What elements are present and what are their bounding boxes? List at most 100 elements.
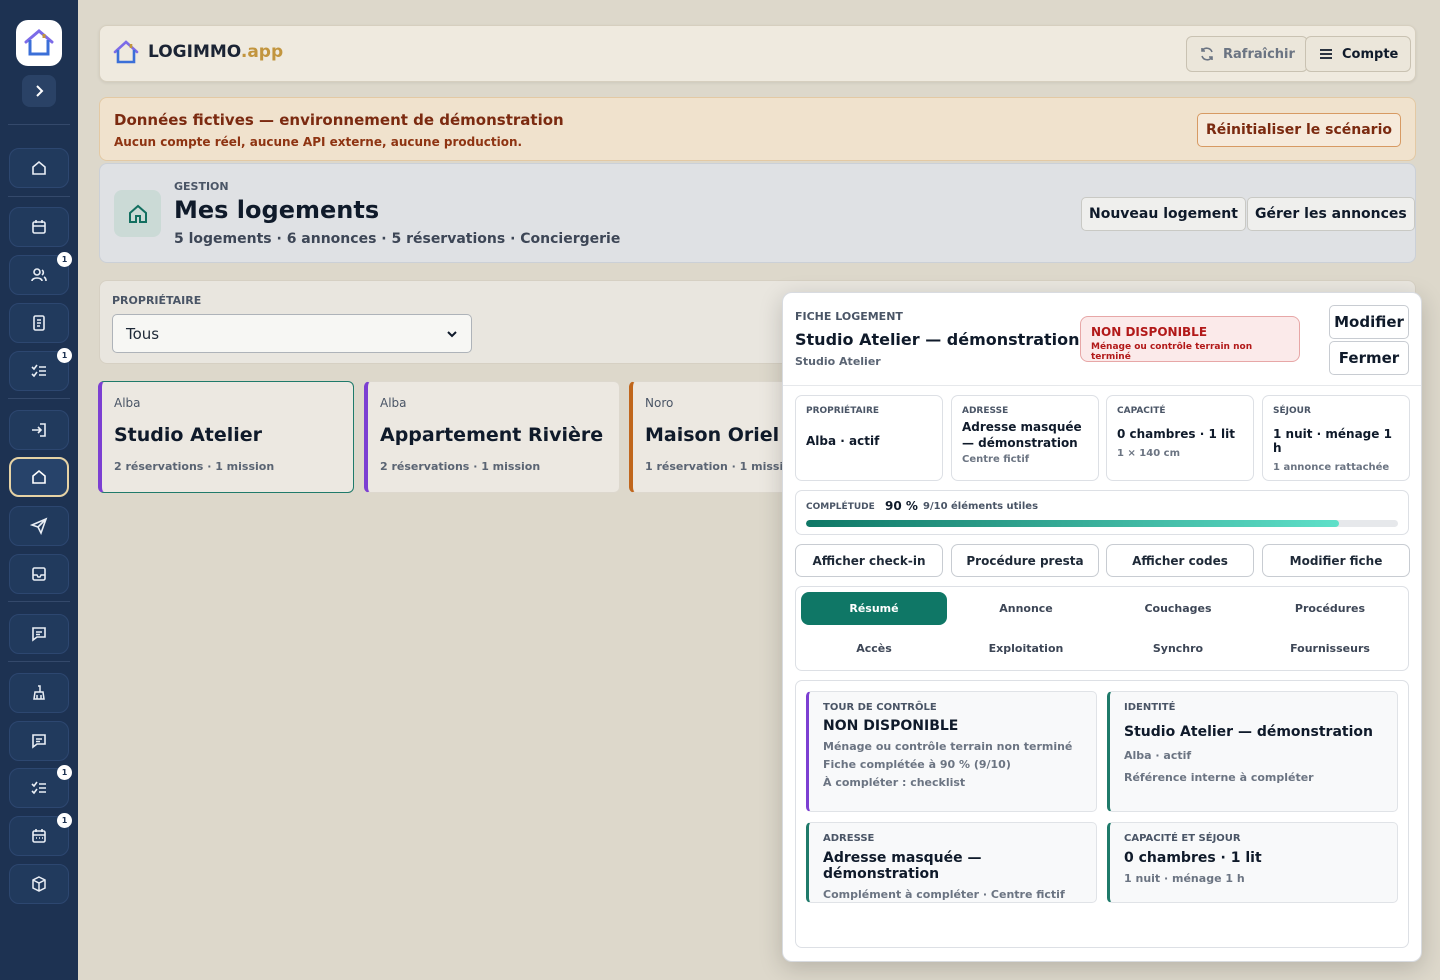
inbox-icon <box>32 567 46 581</box>
demo-banner: Données fictives — environnement de démo… <box>99 97 1416 161</box>
checklist-icon <box>31 781 46 795</box>
sidebar-item-cleaning[interactable] <box>9 673 69 713</box>
sidebar-item-home[interactable] <box>9 148 69 188</box>
owner-filter-label: PROPRIÉTAIRE <box>112 294 202 307</box>
close-button[interactable]: Fermer <box>1329 341 1409 375</box>
sidebar-item-inbox[interactable] <box>9 554 69 594</box>
calendar-icon <box>32 220 46 234</box>
completeness-fill <box>806 520 1339 527</box>
tasks-badge: 1 <box>57 765 72 780</box>
panel-title: Studio Atelier — démonstration <box>795 330 1080 349</box>
chevron-right-icon <box>36 85 44 97</box>
tab-resume[interactable]: Résumé <box>801 592 947 625</box>
sidebar-item-planning[interactable]: 1 <box>9 813 72 856</box>
completeness: COMPLÉTUDE 90 % 9/10 éléments utiles <box>795 490 1409 535</box>
control-tower-box: TOUR DE CONTRÔLE NON DISPONIBLE Ménage o… <box>806 691 1097 812</box>
edit-button[interactable]: Modifier <box>1329 305 1409 339</box>
panel-tabs: Résumé Annonce Couchages Procédures Accè… <box>795 586 1409 671</box>
message-icon <box>32 627 46 642</box>
house-logo-icon <box>113 40 139 64</box>
card-stats: 2 réservations · 1 mission <box>114 460 275 473</box>
capacity-box: CAPACITÉ ET SÉJOUR 0 chambres · 1 lit 1 … <box>1107 822 1398 903</box>
sidebar-item-documents[interactable] <box>9 303 69 343</box>
document-icon <box>33 315 45 331</box>
home-icon <box>128 204 147 223</box>
tab-exploitation[interactable]: Exploitation <box>953 632 1099 665</box>
demo-subtitle: Aucun compte réel, aucune API externe, a… <box>114 135 523 149</box>
sidebar-item-logements[interactable] <box>9 457 69 497</box>
demo-title: Données fictives — environnement de démo… <box>114 111 564 129</box>
card-owner: Alba <box>380 396 407 410</box>
checklist-badge: 1 <box>57 348 72 363</box>
refresh-icon <box>1201 47 1213 61</box>
home-icon <box>32 160 46 175</box>
show-checkin-button[interactable]: Afficher check-in <box>795 544 943 577</box>
card-name: Appartement Rivière <box>380 424 604 446</box>
chat-icon <box>32 734 46 749</box>
header-icon <box>114 190 161 237</box>
card-owner: Noro <box>645 396 674 410</box>
panel-kicker: FICHE LOGEMENT <box>795 310 903 323</box>
package-icon <box>32 876 46 892</box>
tab-couchages[interactable]: Couchages <box>1105 592 1251 625</box>
brand[interactable]: LOGIMMO.app <box>112 38 283 66</box>
menu-icon <box>1320 49 1332 59</box>
card-owner: Alba <box>114 396 141 410</box>
card-stats: 1 réservation · 1 mission <box>645 460 799 473</box>
users-icon <box>31 268 47 282</box>
edit-sheet-button[interactable]: Modifier fiche <box>1262 544 1410 577</box>
tab-synchro[interactable]: Synchro <box>1105 632 1251 665</box>
sidebar-item-checkin[interactable] <box>9 410 69 450</box>
sidebar-rail: 1 1 1 1 <box>0 0 78 980</box>
reset-scenario-button[interactable]: Réinitialiser le scénario <box>1196 113 1401 147</box>
show-codes-button[interactable]: Afficher codes <box>1106 544 1254 577</box>
checklist-icon <box>31 364 46 378</box>
sidebar-item-users[interactable]: 1 <box>9 252 72 295</box>
logement-card[interactable]: Alba Appartement Rivière 2 réservations … <box>364 381 620 493</box>
broom-icon <box>33 685 45 700</box>
identity-box: IDENTITÉ Studio Atelier — démonstration … <box>1107 691 1398 812</box>
app-logo[interactable] <box>16 20 62 66</box>
completeness-bar <box>806 520 1398 527</box>
page-title: Mes logements <box>174 196 380 224</box>
sidebar-item-send[interactable] <box>9 506 69 546</box>
page-header: GESTION Mes logements 5 logements · 6 an… <box>99 163 1416 263</box>
page-subtitle: 5 logements · 6 annonces · 5 réservation… <box>174 231 621 247</box>
status-label: NON DISPONIBLE <box>1091 325 1208 339</box>
new-logement-button[interactable]: Nouveau logement <box>1081 197 1246 231</box>
panel-subtitle: Studio Atelier <box>795 355 881 368</box>
sidebar-item-chat[interactable] <box>9 721 69 761</box>
sidebar-item-tasks[interactable]: 1 <box>9 765 72 808</box>
sidebar-item-stock[interactable] <box>9 864 69 904</box>
logement-card[interactable]: Alba Studio Atelier 2 réservations · 1 m… <box>98 381 354 493</box>
refresh-button[interactable]: Rafraîchir <box>1186 36 1308 72</box>
chevron-down-icon <box>447 330 457 337</box>
sidebar-item-messages[interactable] <box>9 614 69 654</box>
owner-select[interactable]: Tous <box>112 314 472 353</box>
info-stay: SÉJOUR 1 nuit · ménage 1 h 1 annonce rat… <box>1262 395 1410 481</box>
account-button[interactable]: Compte <box>1305 36 1412 72</box>
house-logo-icon <box>24 29 54 56</box>
info-capacity: CAPACITÉ 0 chambres · 1 lit 1 × 140 cm <box>1106 395 1254 481</box>
logement-detail-panel: FICHE LOGEMENT Studio Atelier — démonstr… <box>782 292 1422 962</box>
info-address: ADRESSE Adresse masquée — démonstration … <box>951 395 1099 481</box>
tab-procedures[interactable]: Procédures <box>1257 592 1403 625</box>
expand-sidebar-button[interactable] <box>22 75 56 107</box>
calendar-grid-icon <box>32 829 46 843</box>
tab-fournisseurs[interactable]: Fournisseurs <box>1257 632 1403 665</box>
completeness-value: 90 % <box>885 499 918 513</box>
presta-procedure-button[interactable]: Procédure presta <box>951 544 1099 577</box>
address-box: ADRESSE Adresse masquée — démonstration … <box>806 822 1097 903</box>
sidebar-item-checklist[interactable]: 1 <box>9 348 72 391</box>
tab-acces[interactable]: Accès <box>801 632 947 665</box>
tab-annonce[interactable]: Annonce <box>953 592 1099 625</box>
resume-content: TOUR DE CONTRÔLE NON DISPONIBLE Ménage o… <box>795 680 1409 948</box>
status-badge: NON DISPONIBLE Ménage ou contrôle terrai… <box>1080 316 1300 362</box>
card-stats: 2 réservations · 1 mission <box>380 460 541 473</box>
sidebar-item-calendar[interactable] <box>9 207 69 247</box>
planning-badge: 1 <box>57 813 72 828</box>
manage-listings-button[interactable]: Gérer les annonces <box>1247 197 1415 231</box>
info-owner: PROPRIÉTAIRE Alba · actif <box>795 395 943 481</box>
card-name: Studio Atelier <box>114 424 263 446</box>
brand-suffix: .app <box>240 42 284 62</box>
